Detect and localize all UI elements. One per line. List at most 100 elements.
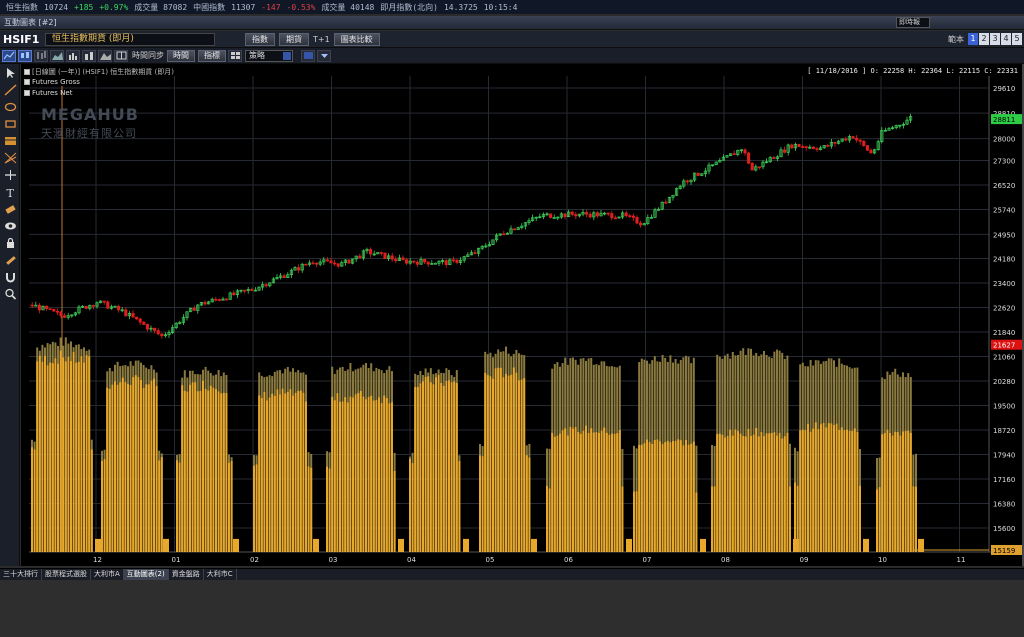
futures-net-bar	[757, 436, 760, 552]
eye-icon[interactable]	[2, 219, 18, 233]
x-tick-label: 10	[878, 556, 887, 564]
candle-body	[801, 146, 805, 148]
strategy-select[interactable]: 策略	[245, 49, 293, 62]
candle-body	[549, 213, 553, 218]
futures-net-bar	[838, 429, 841, 552]
checkbox-icon[interactable]	[24, 90, 30, 96]
candle-body	[750, 162, 754, 171]
futures-net-bar	[411, 463, 414, 552]
futures-net-bar	[830, 423, 833, 552]
futures-net-bar	[419, 383, 422, 552]
futures-net-bar	[742, 435, 745, 552]
futures-net-bar	[155, 386, 158, 552]
template-page-5[interactable]: 5	[1012, 33, 1022, 45]
tab-4[interactable]: 資金盤路	[169, 569, 204, 580]
t1-toggle[interactable]: T+1	[313, 35, 330, 44]
futures-net-bar	[424, 376, 427, 552]
pointer-icon[interactable]	[2, 66, 18, 80]
compare-chart-button[interactable]: 圖表比較	[333, 32, 380, 46]
template-page-1[interactable]: 1	[968, 33, 978, 45]
futures-net-bar	[62, 357, 65, 552]
tab-0[interactable]: 三十大排行	[0, 569, 42, 580]
futures-net-bar	[140, 380, 142, 552]
pencil-icon[interactable]	[2, 253, 18, 267]
x-tick-label: 11	[957, 556, 966, 564]
lock-icon[interactable]	[2, 236, 18, 250]
futures-net-bar	[812, 428, 815, 552]
volume-bars-icon[interactable]	[66, 49, 80, 62]
futures-net-bar	[846, 429, 848, 552]
futures-net-bar	[442, 385, 445, 552]
checkbox-icon[interactable]	[24, 79, 30, 85]
tab-2[interactable]: 大利市A	[91, 569, 124, 580]
price-volume-chart[interactable]: 2961028810280002730026520257402495024180…	[21, 64, 1022, 566]
template-page-2[interactable]: 2	[979, 33, 989, 45]
futures-net-bar	[349, 396, 352, 552]
futures-net-bar	[674, 440, 677, 552]
tab-3[interactable]: 互動圖表(2)	[123, 569, 169, 580]
ohlc-bar-icon[interactable]	[34, 49, 48, 62]
text-tool-icon[interactable]: T	[2, 185, 18, 199]
candle-body	[858, 139, 862, 142]
eraser-icon[interactable]	[2, 202, 18, 216]
chart-area[interactable]: 2961028810280002730026520257402495024180…	[21, 64, 1022, 566]
ellipse-icon[interactable]	[2, 100, 18, 114]
futures-net-bar	[881, 434, 884, 552]
zoom-icon[interactable]	[2, 287, 18, 301]
fibonacci-icon[interactable]	[2, 134, 18, 148]
candle-body	[55, 310, 59, 313]
horizontal-line-icon[interactable]	[2, 168, 18, 182]
candle-body	[156, 330, 160, 335]
line-chart-icon[interactable]	[2, 49, 16, 62]
area-chart-icon[interactable]	[50, 49, 64, 62]
futures-net-bar	[666, 440, 669, 552]
futures-net-bar	[33, 449, 36, 552]
time-sync-label[interactable]: 時間同步	[132, 50, 164, 61]
futures-net-bar	[763, 436, 765, 552]
fan-lines-icon[interactable]	[2, 151, 18, 165]
series-label-row: [日線圖 (一年)] (HSIF1) 恒生指數期貨 (即月)	[24, 67, 174, 77]
tab-5[interactable]: 大利市C	[204, 569, 237, 580]
candle-body	[34, 304, 38, 307]
futures-net-bar	[268, 397, 271, 552]
futures-net-bar	[587, 432, 590, 552]
futures-net-bar	[822, 423, 825, 552]
contract-name-field[interactable]: 恒生指數期貨 (即月)	[45, 32, 215, 46]
workspace-tabs: 三十大排行 股票程式選股 大利市A 互動圖表(2) 資金盤路 大利市C	[0, 568, 1024, 580]
period-select[interactable]: 即時報	[896, 17, 930, 28]
candle-body	[145, 324, 149, 330]
futures-net-bar	[440, 383, 443, 552]
futures-net-bar	[388, 403, 391, 552]
trendline-icon[interactable]	[2, 83, 18, 97]
candle-body	[552, 217, 556, 219]
futures-net-bar	[518, 380, 520, 552]
futures-net-bar	[904, 430, 907, 552]
candle-body	[844, 138, 848, 141]
mountain-chart-icon[interactable]	[98, 49, 112, 62]
index-button[interactable]: 指數	[245, 32, 275, 46]
futures-net-bar	[499, 367, 502, 552]
magnet-icon[interactable]	[2, 270, 18, 284]
indicator-button[interactable]: 指標	[198, 49, 226, 62]
futures-net-bar	[273, 395, 276, 552]
futures-net-bar	[263, 391, 266, 552]
tab-1[interactable]: 股票程式選股	[42, 569, 91, 580]
futures-net-bar	[44, 356, 46, 552]
rectangle-icon[interactable]	[2, 117, 18, 131]
candle-body	[862, 141, 866, 146]
symbol-label[interactable]: HSIF1	[3, 33, 39, 46]
template-page-3[interactable]: 3	[990, 33, 1000, 45]
candle-body	[451, 259, 455, 262]
checkbox-icon[interactable]	[24, 69, 30, 75]
futures-net-bar	[121, 377, 124, 552]
color-dropdown-icon[interactable]	[317, 49, 331, 62]
settings-grid-icon[interactable]	[228, 49, 242, 62]
grid-toggle-icon[interactable]	[114, 49, 128, 62]
candlestick-icon[interactable]	[18, 49, 32, 62]
futures-net-bar	[233, 538, 239, 552]
time-button[interactable]: 時間	[167, 49, 195, 62]
color-picker-icon[interactable]	[301, 49, 315, 62]
template-page-4[interactable]: 4	[1001, 33, 1011, 45]
futures-button[interactable]: 期貨	[279, 32, 309, 46]
bar-chart-icon[interactable]	[82, 49, 96, 62]
